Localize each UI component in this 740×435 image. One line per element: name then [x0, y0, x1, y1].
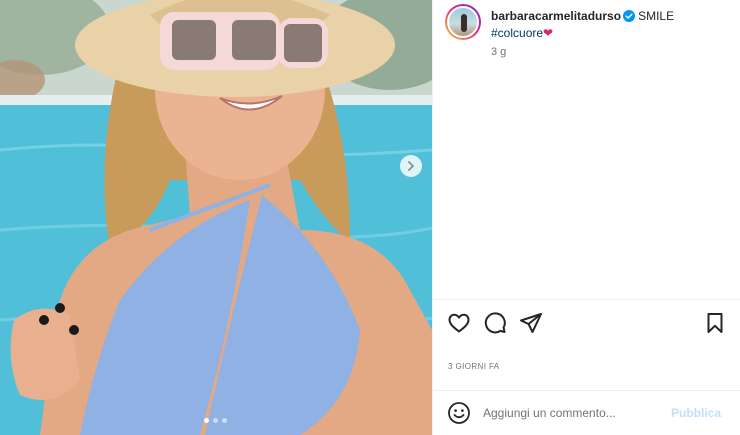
- post-caption: barbaracarmelitadurso SMILE #colcuore❤ 3 …: [445, 4, 735, 60]
- post-photo: [0, 0, 432, 435]
- hashtag-link[interactable]: #colcuore: [491, 26, 543, 40]
- post-media[interactable]: [0, 0, 432, 435]
- action-bar: [447, 311, 729, 335]
- carousel-dot-1: [204, 418, 209, 423]
- post-side-panel: barbaracarmelitadurso SMILE #colcuore❤ 3 …: [432, 0, 740, 435]
- chevron-right-icon: [408, 161, 414, 171]
- verified-badge-icon: [623, 10, 636, 26]
- carousel-next-button[interactable]: [400, 155, 422, 177]
- comment-input[interactable]: [483, 403, 663, 423]
- heart-icon[interactable]: [447, 311, 471, 340]
- username-link[interactable]: barbaracarmelitadurso: [491, 9, 621, 23]
- carousel-indicator: [204, 418, 227, 423]
- bookmark-icon[interactable]: [703, 311, 727, 340]
- comment-icon[interactable]: [483, 311, 507, 340]
- paper-plane-icon[interactable]: [519, 311, 543, 340]
- avatar-image: [447, 6, 479, 38]
- caption-text: barbaracarmelitadurso SMILE #colcuore❤ 3 …: [491, 4, 674, 60]
- time-ago[interactable]: 3 g: [491, 45, 674, 60]
- comment-bar: Pubblica: [433, 391, 740, 435]
- divider: [433, 299, 740, 300]
- smiley-icon[interactable]: [447, 401, 471, 430]
- carousel-dot-2: [213, 418, 218, 423]
- publish-button[interactable]: Pubblica: [671, 406, 721, 420]
- carousel-dot-3: [222, 418, 227, 423]
- caption-body: SMILE: [638, 9, 675, 23]
- heart-emoji: ❤: [543, 26, 554, 40]
- post-date[interactable]: 3 GIORNI FA: [448, 362, 500, 371]
- avatar[interactable]: [445, 4, 481, 40]
